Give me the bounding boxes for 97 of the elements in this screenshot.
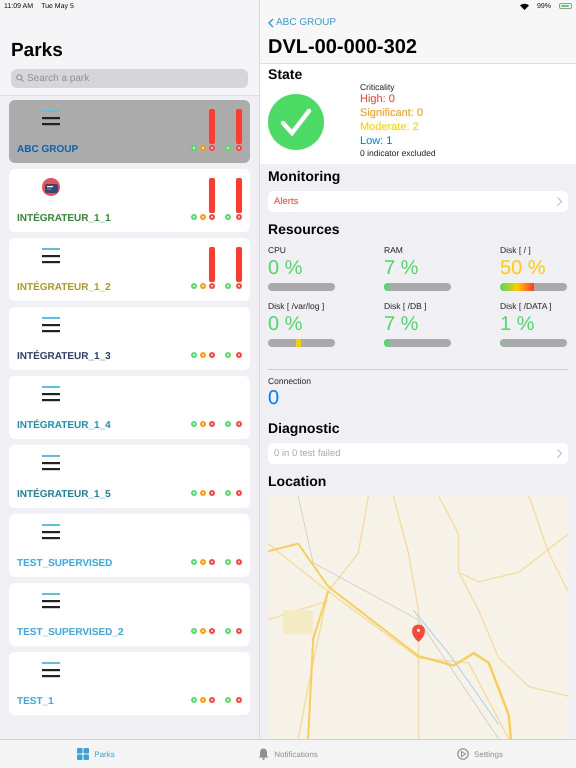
meter-reading: 7 %: [384, 313, 420, 336]
tab[interactable]: Settings: [384, 740, 576, 768]
status-dot: [200, 214, 206, 220]
meter-track: [268, 283, 335, 291]
park-card[interactable]: TEST_1: [9, 652, 250, 715]
menu-icon: [42, 454, 60, 472]
alerts-row[interactable]: Alerts: [268, 191, 568, 212]
park-name: TEST_1: [17, 696, 55, 707]
park-card[interactable]: INTÉGRATEUR_1_2: [9, 238, 250, 301]
wifi-icon: [520, 2, 529, 10]
meter-reading: 50 %: [500, 257, 547, 280]
status-dot: [209, 697, 215, 703]
menu-icon: [42, 316, 60, 334]
status-dot: [209, 559, 215, 565]
status-dot: [200, 352, 206, 358]
status-dot: [209, 352, 215, 358]
park-name: TEST_SUPERVISED: [17, 558, 112, 569]
section-heading: Monitoring: [268, 168, 342, 184]
status-dot: [191, 352, 197, 358]
tab[interactable]: Notifications: [192, 740, 384, 768]
park-card[interactable]: TEST_SUPERVISED: [9, 514, 250, 577]
meter-label: Disk [ /DB ]: [384, 301, 428, 311]
status-dot: [191, 628, 197, 634]
logo-icon: [42, 178, 60, 196]
bell-icon: [258, 748, 270, 760]
park-card[interactable]: TEST_SUPERVISED_2: [9, 583, 250, 646]
meter-label: RAM: [384, 245, 404, 255]
menu-icon: [42, 109, 60, 127]
status-dot: [191, 214, 197, 220]
status-dot: [209, 490, 215, 496]
status-dot: [200, 628, 206, 634]
criticality-count: Low: 1: [360, 134, 394, 148]
status-dot: [191, 421, 197, 427]
chevron-right-icon: [557, 197, 562, 206]
park-name: INTÉGRATEUR_1_2: [17, 282, 111, 293]
status-dot: [191, 145, 197, 151]
meter-reading: 1 %: [500, 313, 536, 336]
park-card[interactable]: INTÉGRATEUR_1_1: [9, 169, 250, 232]
meter-label: Disk [ /DATA ]: [500, 301, 553, 311]
criticality-count: Moderate: 2: [360, 120, 420, 134]
status-dot: [209, 628, 215, 634]
status-dot: [200, 559, 206, 565]
menu-icon: [42, 661, 60, 679]
status-dot: [200, 697, 206, 703]
criticality-count: Significant: 0: [360, 106, 424, 120]
tab[interactable]: Parks: [0, 740, 192, 768]
excluded-text: 0 indicator excluded: [360, 148, 436, 158]
criticality-count: High: 0: [360, 92, 396, 106]
status-dot: [200, 421, 206, 427]
status-dot: [191, 490, 197, 496]
device-title: DVL-00-000-302: [268, 36, 418, 59]
section-heading: State: [268, 66, 304, 82]
connection-label: Connection: [268, 376, 312, 386]
menu-icon: [42, 592, 60, 610]
section-heading: Location: [268, 473, 328, 489]
back-button[interactable]: ABC GROUP: [268, 17, 336, 28]
status-dot: [209, 214, 215, 220]
park-name: INTÉGRATEUR_1_5: [17, 489, 111, 500]
park-name: INTÉGRATEUR_1_3: [17, 351, 111, 362]
chevron-right-icon: [557, 449, 562, 458]
park-name: INTÉGRATEUR_1_4: [17, 420, 111, 431]
criticality-label: Criticality: [360, 82, 396, 92]
park-name: ABC GROUP: [17, 144, 78, 155]
menu-icon: [42, 523, 60, 541]
check-icon: [268, 94, 324, 150]
park-card[interactable]: INTÉGRATEUR_1_5: [9, 445, 250, 508]
status-dot: [200, 145, 206, 151]
park-card[interactable]: INTÉGRATEUR_1_4: [9, 376, 250, 439]
status-dot: [191, 559, 197, 565]
status-dot: [209, 421, 215, 427]
status-dot: [200, 283, 206, 289]
status-dot: [200, 490, 206, 496]
section-heading: Resources: [268, 221, 341, 237]
meter-label: Disk [ /var/log ]: [268, 301, 326, 311]
connection-value: 0: [268, 387, 280, 410]
section-heading: Diagnostic: [268, 420, 341, 436]
meter-reading: 7 %: [384, 257, 420, 280]
meter-label: Disk [ / ]: [500, 245, 532, 255]
chevron-left-icon: [268, 18, 274, 28]
status-dot: [191, 283, 197, 289]
map-pin-icon: [412, 624, 425, 642]
status-dot: [209, 283, 215, 289]
grid-icon: [77, 748, 90, 760]
search-field[interactable]: Search a park: [11, 69, 248, 88]
diagnostic-row[interactable]: 0 in 0 test failed: [268, 443, 568, 464]
menu-icon: [42, 247, 60, 265]
park-card[interactable]: ABC GROUP: [9, 100, 250, 163]
meter-label: CPU: [268, 245, 287, 255]
park-card[interactable]: INTÉGRATEUR_1_3: [9, 307, 250, 370]
menu-icon: [42, 385, 60, 403]
status-dot: [191, 697, 197, 703]
sidebar-title: Parks: [11, 40, 64, 62]
park-name: INTÉGRATEUR_1_1: [17, 213, 111, 224]
meter-reading: 0 %: [268, 257, 304, 280]
park-name: TEST_SUPERVISED_2: [17, 627, 124, 638]
status-dot: [209, 145, 215, 151]
meter-reading: 0 %: [268, 313, 304, 336]
